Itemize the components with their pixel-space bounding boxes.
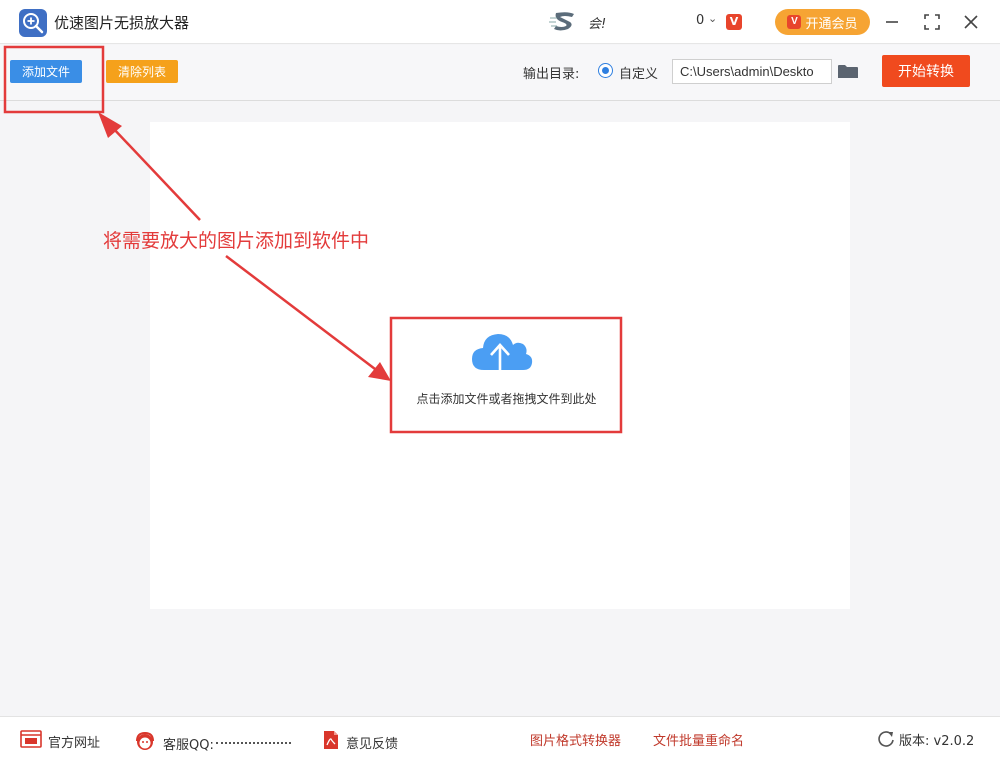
cloud-upload-icon [470,326,534,380]
maximize-icon[interactable] [918,8,946,36]
output-dir-label: 输出目录: [523,67,580,82]
annotation-text: 将需要放大的图片添加到软件中 [103,230,370,252]
clear-list-button[interactable]: 清除列表 [106,60,178,83]
app-logo-icon [19,9,47,37]
title-bar: 优速图片无损放大器 会! 0 ⌄ V V 开通会员 [0,0,1000,44]
minimize-icon[interactable] [878,8,906,36]
feedback-icon [322,730,340,754]
add-file-button[interactable]: 添加文件 [10,60,82,83]
vip-button[interactable]: V 开通会员 [775,9,870,35]
app-title: 优速图片无损放大器 [54,14,190,32]
support-qq[interactable]: 客服QQ: [133,730,291,756]
vip-button-label: 开通会员 [805,15,858,31]
output-path-field[interactable] [672,59,832,84]
website-link[interactable]: 官方网址 [20,730,100,752]
annotation-arrow-up-head [98,112,122,138]
chevron-down-icon[interactable]: ⌄ [708,12,717,25]
support-qq-number-redacted [215,742,291,744]
website-icon [20,730,42,752]
upload-hint: 点击添加文件或者拖拽文件到此处 [416,392,597,406]
toolbar: 添加文件 清除列表 输出目录: 自定义 开始转换 [0,45,1000,101]
batch-rename-link[interactable]: 文件批量重命名 [653,730,744,749]
website-label: 官方网址 [48,735,101,751]
message-count[interactable]: 0 [696,13,704,28]
version-value: v2.0.2 [933,734,975,749]
user-name[interactable]: 会! [588,13,606,32]
footer: 官方网址 客服QQ: 意见反馈 图片格式转换器 文件批量重命名 版本: v2.0… [0,716,1000,760]
upload-drop-zone[interactable]: 点击添加文件或者拖拽文件到此处 [392,318,621,432]
feedback-label: 意见反馈 [346,736,399,752]
support-qq-label: 客服QQ: [163,737,214,753]
support-icon [133,730,157,756]
folder-icon[interactable] [837,64,859,79]
format-converter-link[interactable]: 图片格式转换器 [530,730,621,749]
version-info: 版本: v2.0.2 [899,730,974,749]
custom-dir-radio[interactable] [598,63,613,78]
feedback-link[interactable]: 意见反馈 [322,730,398,754]
close-icon[interactable] [957,8,985,36]
refresh-icon[interactable] [877,730,895,748]
user-avatar-icon[interactable] [548,9,580,35]
custom-dir-radio-label[interactable]: 自定义 [619,63,658,82]
version-label: 版本: [899,734,930,749]
vip-badge-icon: V [787,15,802,29]
start-convert-button[interactable]: 开始转换 [882,55,970,87]
vip-icon[interactable]: V [726,14,742,30]
